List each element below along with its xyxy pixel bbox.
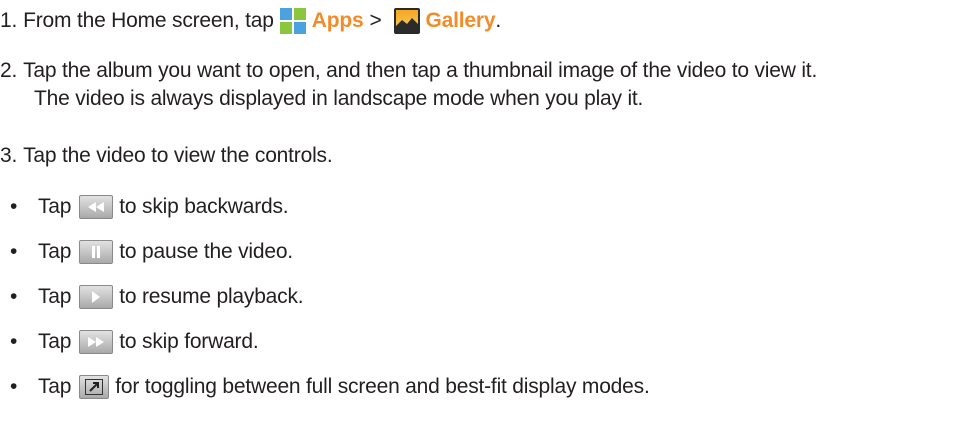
bullet-tap: Tap — [38, 330, 72, 353]
step-1: 1. From the Home screen, tap Apps > Gall… — [0, 8, 501, 34]
fast-forward-icon — [79, 330, 114, 354]
bullet-dot: • — [10, 195, 18, 218]
bullet-text: for toggling between full screen and bes… — [115, 375, 650, 398]
path-separator: > — [369, 9, 382, 32]
bullet-fast-forward: • Tap to skip forward. — [10, 329, 259, 355]
fullscreen-toggle-icon — [79, 375, 110, 399]
bullet-text: to skip forward. — [119, 330, 259, 353]
step-number: 1. — [0, 9, 18, 32]
pause-icon — [79, 240, 114, 264]
bullet-dot: • — [10, 375, 18, 398]
apps-label: Apps — [311, 9, 364, 32]
gallery-icon — [393, 8, 420, 34]
step-end-period: . — [495, 9, 501, 32]
bullet-play: • Tap to resume playback. — [10, 284, 304, 310]
step-number: 2. — [0, 59, 18, 82]
step-2-continuation: The video is always displayed in landsca… — [34, 86, 643, 112]
bullet-tap: Tap — [38, 285, 72, 308]
apps-icon — [279, 8, 306, 34]
bullet-text: to pause the video. — [119, 240, 293, 263]
step-text: The video is always displayed in landsca… — [34, 87, 644, 110]
section-heading-cropped — [0, 0, 120, 4]
bullet-dot: • — [10, 330, 18, 353]
bullet-text: to resume playback. — [119, 285, 304, 308]
step-text: From the Home screen, tap — [23, 9, 274, 32]
bullet-tap: Tap — [38, 240, 72, 263]
bullet-rewind: • Tap to skip backwards. — [10, 194, 289, 220]
step-3: 3. Tap the video to view the controls. — [0, 143, 333, 169]
bullet-text: to skip backwards. — [119, 195, 289, 218]
play-icon — [79, 285, 114, 309]
bullet-fullscreen: • Tap for toggling between full screen a… — [10, 374, 650, 400]
bullet-pause: • Tap to pause the video. — [10, 239, 293, 265]
step-number: 3. — [0, 144, 18, 167]
step-text: Tap the video to view the controls. — [23, 144, 333, 167]
rewind-icon — [79, 195, 114, 219]
step-2: 2. Tap the album you want to open, and t… — [0, 58, 817, 84]
bullet-dot: • — [10, 240, 18, 263]
step-text: Tap the album you want to open, and then… — [23, 59, 818, 82]
bullet-tap: Tap — [38, 375, 72, 398]
bullet-tap: Tap — [38, 195, 72, 218]
bullet-dot: • — [10, 285, 18, 308]
gallery-label: Gallery — [425, 9, 496, 32]
